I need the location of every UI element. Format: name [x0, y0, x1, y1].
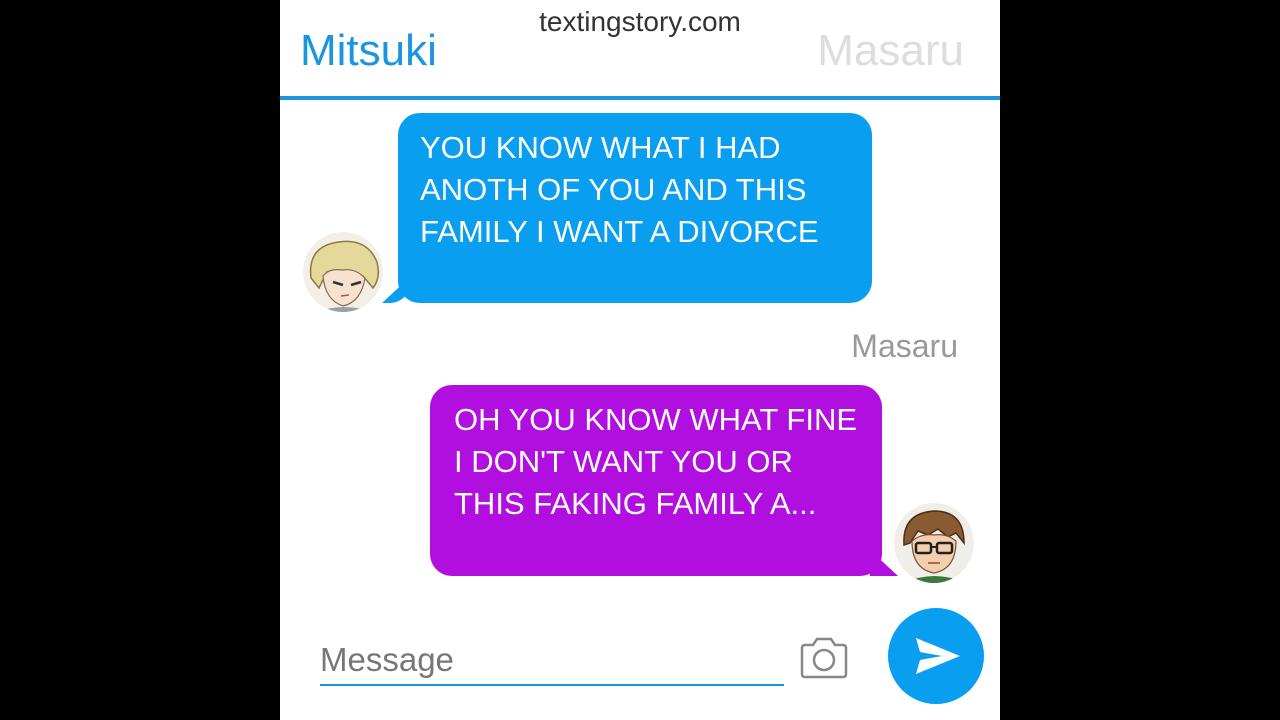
message-input[interactable]	[320, 636, 784, 686]
message-bubble-mitsuki: YOU KNOW WHAT I HAD ANOTH OF YOU AND THI…	[398, 113, 872, 303]
sender-label-masaru: Masaru	[851, 328, 958, 364]
contact-tab-masaru[interactable]: Masaru	[817, 26, 964, 76]
mitsuki-avatar	[303, 232, 383, 312]
masaru-avatar	[894, 503, 974, 583]
message-bubble-masaru: OH YOU KNOW WHAT FINE I DON'T WANT YOU O…	[430, 385, 882, 576]
send-icon	[916, 638, 960, 674]
header-divider	[280, 96, 1000, 100]
send-button[interactable]	[888, 608, 984, 704]
contact-tab-mitsuki[interactable]: Mitsuki	[300, 26, 437, 76]
camera-icon[interactable]	[798, 636, 850, 680]
chat-screen: textingstory.com Mitsuki Masaru YOU KNOW…	[280, 0, 1000, 720]
